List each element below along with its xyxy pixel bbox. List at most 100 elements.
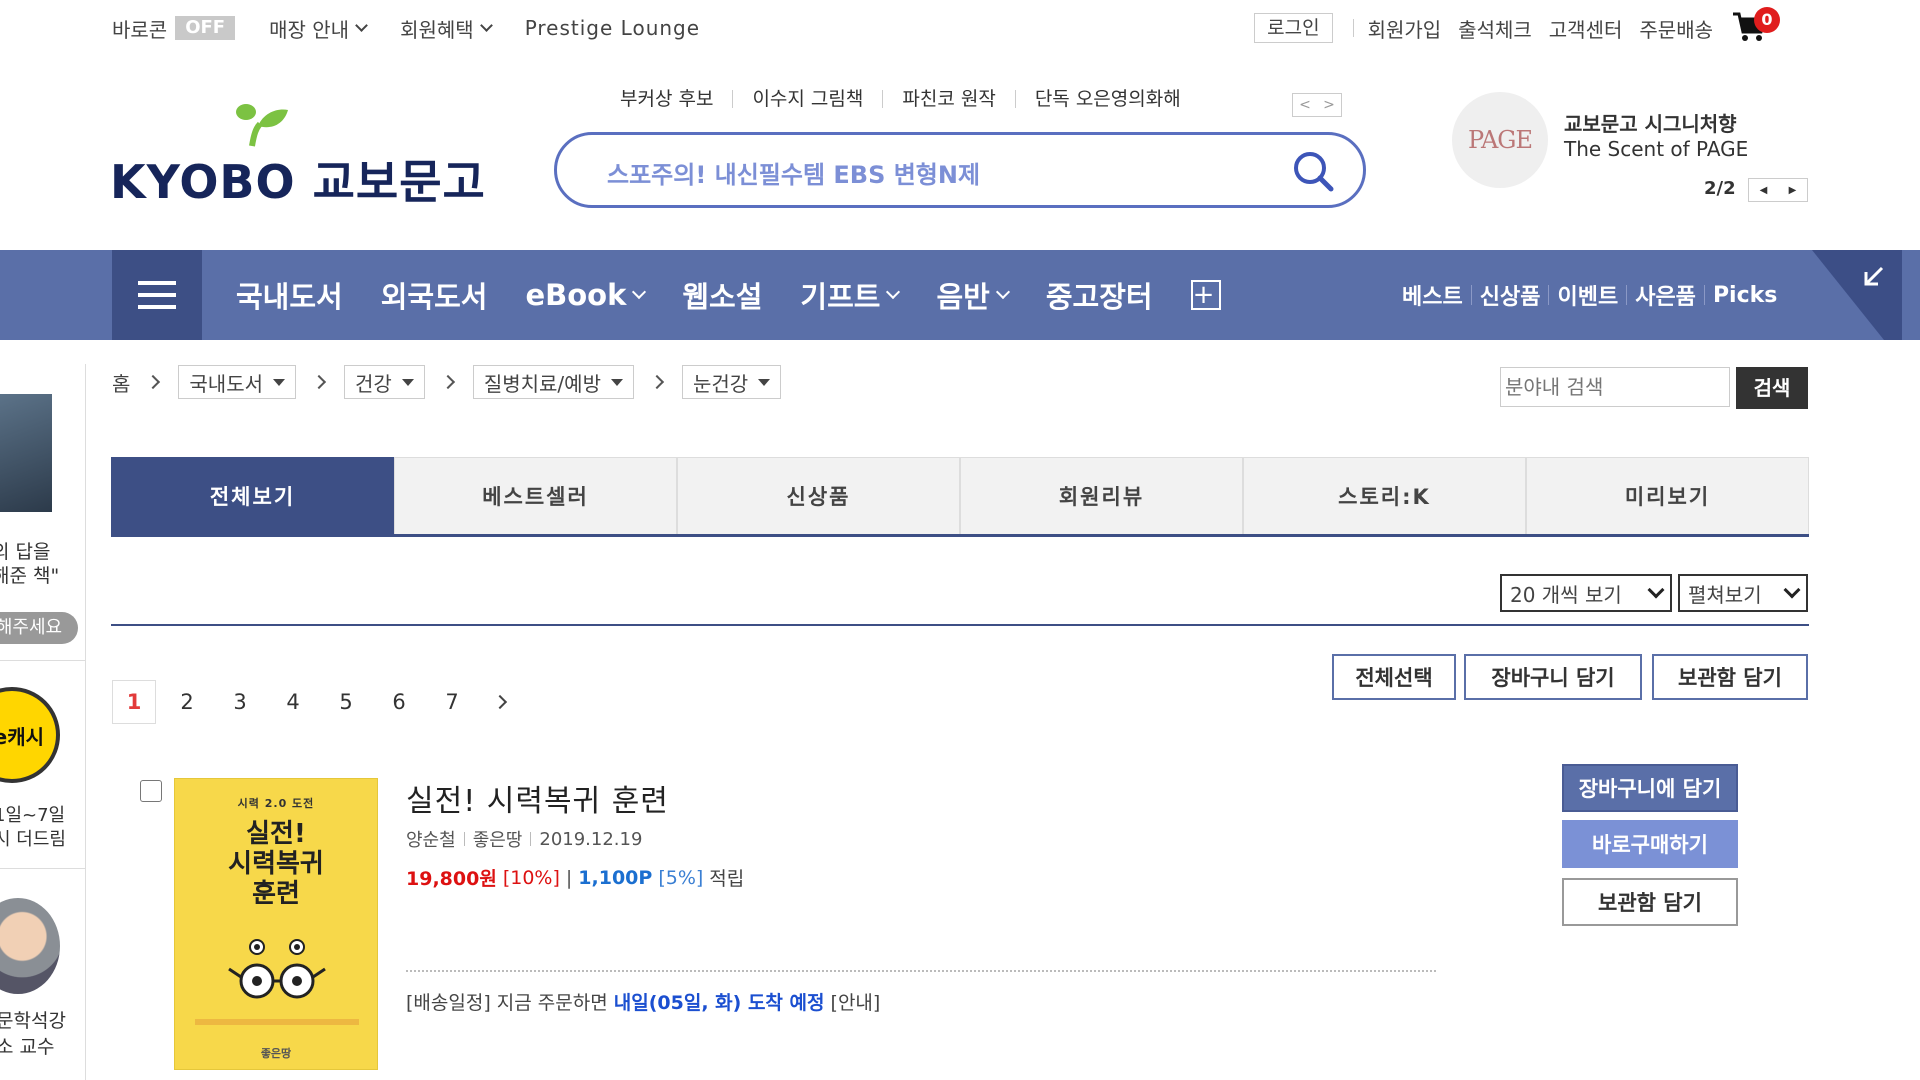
keyword-link[interactable]: 부커상 후보 [620, 90, 732, 109]
cover-decoration [195, 1019, 359, 1025]
product-publisher[interactable]: 좋은땅 [473, 826, 523, 852]
nav-label: 외국도서 [380, 280, 488, 314]
hamburger-menu-icon[interactable] [112, 250, 202, 340]
breadcrumb-label: 질병치료/예방 [483, 371, 601, 396]
breadcrumb-select-level2[interactable]: 건강 [344, 365, 425, 399]
baro-toggle[interactable]: 바로콘 OFF [112, 14, 236, 43]
cover-title-line: 시력복귀 [228, 849, 324, 879]
nav-link-gifts[interactable]: 사은품 [1635, 279, 1696, 311]
add-to-keep-button[interactable]: 보관함 담기 [1562, 878, 1738, 926]
chevron-down-icon [1783, 581, 1801, 599]
customer-center-link[interactable]: 고객센터 [1549, 14, 1623, 43]
promo-image[interactable]: PAGE [1452, 92, 1548, 188]
select-all-button[interactable]: 전체선택 [1332, 654, 1456, 700]
sidebar-ecash-text[interactable]: 1일~7일 시 더드림 [0, 804, 66, 852]
search-input[interactable]: 스포주의! 내신필수템 EBS 변형N제 [607, 155, 980, 190]
search-bar[interactable]: 스포주의! 내신필수템 EBS 변형N제 [554, 132, 1366, 208]
promo-prev-button[interactable]: ◀ [1749, 179, 1778, 201]
kyobo-logo[interactable]: KYOBO 교보문고 [110, 98, 485, 209]
nav-more-plus-icon[interactable]: + [1190, 280, 1221, 310]
chevron-down-icon [1647, 581, 1665, 599]
sidebar-promo-text[interactable]: 의 답을 해준 책" [0, 540, 59, 588]
cart-button[interactable]: 0 [1732, 7, 1780, 45]
nav-item-gift[interactable]: 기프트 [800, 274, 901, 316]
nav-item-used[interactable]: 중고장터 [1046, 274, 1153, 316]
join-link[interactable]: 회원가입 [1368, 14, 1442, 43]
login-button[interactable]: 로그인 [1254, 13, 1333, 43]
keyword-link[interactable]: 이수지 그림책 [732, 90, 882, 109]
sidebar-pill-button[interactable]: 해주세요 [0, 612, 78, 644]
page-button-current[interactable]: 1 [112, 680, 156, 724]
category-search-input[interactable] [1500, 367, 1730, 407]
promo-title[interactable]: 교보문고 시그니처향 [1564, 108, 1737, 137]
cover-title-line: 실전! [246, 819, 306, 849]
page-button[interactable]: 3 [218, 680, 262, 724]
promo-subtitle[interactable]: The Scent of PAGE [1564, 137, 1748, 161]
nav-link-event[interactable]: 이벤트 [1557, 279, 1618, 311]
page-button[interactable]: 6 [377, 680, 421, 724]
add-to-cart-button[interactable]: 장바구니에 담기 [1562, 764, 1738, 812]
product-checkbox[interactable] [140, 780, 162, 802]
collapse-arrow-icon[interactable] [1858, 262, 1888, 292]
tab-all[interactable]: 전체보기 [111, 457, 394, 534]
breadcrumb-select-level1[interactable]: 국내도서 [178, 365, 297, 399]
page-button[interactable]: 7 [430, 680, 474, 724]
divider [530, 832, 532, 846]
page-button[interactable]: 2 [165, 680, 209, 724]
nav-item-music[interactable]: 음반 [936, 274, 1010, 316]
keyword-link[interactable]: 단독 오은영의화해 [1014, 90, 1200, 109]
product-title[interactable]: 실전! 시력복귀 훈련 [406, 776, 669, 820]
nav-label: 음반 [936, 280, 990, 314]
keyword-link[interactable]: 파친코 원작 [882, 90, 1014, 109]
promo-next-button[interactable]: ▶ [1778, 179, 1807, 201]
sidebar-book-image[interactable] [0, 394, 52, 512]
ecash-label: e캐시 [0, 724, 44, 749]
nav-item-domestic[interactable]: 국내도서 [236, 274, 343, 316]
search-icon[interactable] [1291, 149, 1335, 193]
nav-item-foreign[interactable]: 외국도서 [381, 274, 488, 316]
product-cover-image[interactable]: 시력 2.0 도전 실전! 시력복귀 훈련 좋은땅 [174, 778, 378, 1070]
tab-story-k[interactable]: 스토리:K [1243, 457, 1526, 534]
tab-reviews[interactable]: 회원리뷰 [960, 457, 1243, 534]
breadcrumb-select-level3[interactable]: 질병치료/예방 [472, 365, 634, 399]
page-button[interactable]: 5 [324, 680, 368, 724]
breadcrumb-select-level4[interactable]: 눈건강 [681, 365, 782, 399]
attendance-link[interactable]: 출석체크 [1458, 14, 1532, 43]
nav-link-new[interactable]: 신상품 [1480, 279, 1541, 311]
next-page-chevron-icon[interactable] [492, 694, 508, 710]
prestige-label: Prestige Lounge [524, 16, 701, 40]
ecash-coin-icon[interactable]: e캐시 [0, 687, 60, 783]
chevron-right-icon [146, 374, 161, 390]
view-mode-select[interactable]: 펼쳐보기 [1678, 574, 1808, 612]
chevron-right-icon [649, 374, 665, 390]
promo-page-indicator: 2/2 [1704, 178, 1736, 199]
add-to-cart-bulk-button[interactable]: 장바구니 담기 [1464, 654, 1642, 700]
order-delivery-link[interactable]: 주문배송 [1639, 14, 1713, 43]
nav-link-picks[interactable]: Picks [1713, 283, 1777, 308]
category-search-button[interactable]: 검색 [1736, 367, 1808, 409]
add-to-keep-bulk-button[interactable]: 보관함 담기 [1652, 654, 1808, 700]
per-page-select[interactable]: 20 개씩 보기 [1500, 574, 1672, 612]
nav-item-ebook[interactable]: eBook [525, 278, 647, 312]
buy-now-button[interactable]: 바로구매하기 [1562, 820, 1738, 868]
sidebar-lecture-text[interactable]: 문학석강 소 교수 [0, 1008, 66, 1060]
tab-preview[interactable]: 미리보기 [1526, 457, 1809, 534]
lecturer-avatar[interactable] [0, 898, 60, 994]
divider [0, 660, 85, 661]
delivery-info: [배송일정] 지금 주문하면 내일(05일, 화) 도착 예정 [안내] [406, 988, 880, 1015]
nav-link-best[interactable]: 베스트 [1402, 279, 1463, 311]
page-button[interactable]: 4 [271, 680, 315, 724]
nav-item-webnovel[interactable]: 웹소설 [682, 274, 762, 316]
tab-new[interactable]: 신상품 [677, 457, 960, 534]
benefits-menu[interactable]: 회원혜택 [400, 14, 493, 43]
store-info-menu[interactable]: 매장 안내 [269, 14, 368, 43]
trending-keywords: 부커상 후보 이수지 그림책 파친코 원작 단독 오은영의화해 [620, 90, 1200, 109]
caret-down-icon [401, 378, 414, 386]
tab-bestseller[interactable]: 베스트셀러 [394, 457, 677, 534]
prestige-lounge-link[interactable]: Prestige Lounge [525, 16, 700, 40]
breadcrumb-home[interactable]: 홈 [112, 368, 130, 397]
product-author[interactable]: 양순철 [406, 826, 456, 852]
delivery-guide-link[interactable]: [안내] [831, 992, 881, 1014]
keyword-prev-button[interactable]: < [1293, 94, 1317, 116]
keyword-next-button[interactable]: > [1317, 94, 1341, 116]
